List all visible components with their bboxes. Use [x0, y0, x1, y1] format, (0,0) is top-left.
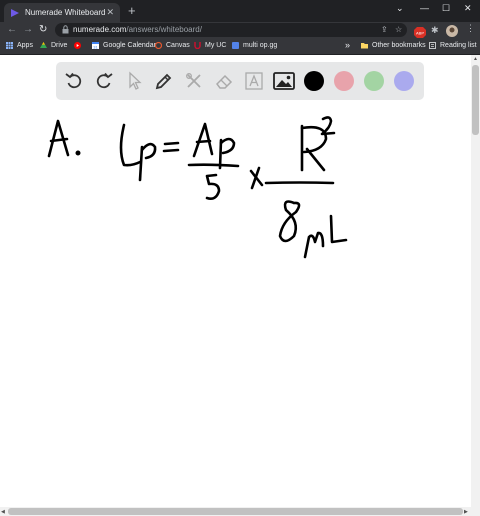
extensions-puzzle-icon[interactable]: ✱	[431, 25, 439, 36]
bookmark-label: Google Calendar	[103, 42, 156, 49]
canvas-icon	[155, 42, 162, 49]
other-bookmarks-label: Other bookmarks	[372, 42, 426, 49]
tab-title: Numerade Whiteboard	[25, 8, 106, 17]
tab-close-icon[interactable]: ✕	[106, 7, 114, 18]
vertical-scrollbar[interactable]: ▲	[471, 55, 480, 516]
close-window-button[interactable]: ✕	[464, 3, 472, 14]
bookmarks-overflow-button[interactable]: »	[345, 40, 350, 50]
horizontal-scrollbar[interactable]: ◀ ▶	[0, 507, 471, 516]
adblock-badge-text: ABP	[416, 31, 424, 36]
bookmark-label: Apps	[17, 42, 33, 49]
url-path: /answers/whiteboard/	[126, 25, 202, 34]
reading-list-icon	[429, 42, 436, 49]
tab-strip: Numerade Whiteboard ✕ + ⌄ — ☐ ✕	[0, 0, 480, 22]
reading-list-label: Reading list	[440, 42, 477, 49]
bookmark-google-calendar[interactable]: 31 Google Calendar	[92, 42, 156, 49]
calendar-icon: 31	[92, 42, 99, 49]
handwritten-formula-drawing	[47, 116, 348, 259]
chevron-down-icon[interactable]: ⌄	[396, 3, 404, 14]
numerade-logo-icon	[11, 8, 19, 17]
address-bar[interactable]: numerade.com/answers/whiteboard/ ⇪ ☆	[55, 23, 407, 37]
opgg-icon	[232, 42, 239, 49]
uc-logo-icon	[194, 42, 201, 49]
bookmark-youtube[interactable]	[74, 42, 85, 49]
url-text: numerade.com/answers/whiteboard/	[73, 25, 202, 34]
bookmark-apps[interactable]: Apps	[6, 42, 33, 49]
youtube-icon	[74, 42, 81, 49]
url-host: numerade.com	[73, 25, 127, 34]
bookmark-star-icon[interactable]: ☆	[395, 25, 402, 34]
bookmark-drive[interactable]: Drive	[40, 42, 67, 49]
drive-icon	[40, 42, 47, 48]
scroll-right-icon[interactable]: ▶	[464, 509, 468, 515]
reload-button[interactable]: ↻	[39, 24, 47, 36]
apps-grid-icon	[6, 42, 13, 49]
tab-numerade-whiteboard[interactable]: Numerade Whiteboard ✕	[4, 3, 120, 22]
bookmarks-bar: Apps Drive 31 Google Calendar Canvas My U…	[0, 39, 480, 55]
bookmark-label: Canvas	[166, 42, 190, 49]
scroll-left-icon[interactable]: ◀	[1, 509, 5, 515]
lock-icon	[62, 25, 69, 34]
bookmark-label: Drive	[51, 42, 68, 49]
bookmark-canvas[interactable]: Canvas	[155, 42, 190, 49]
new-tab-button[interactable]: +	[128, 4, 136, 18]
bookmark-label: multi op.gg	[243, 42, 278, 49]
folder-icon	[361, 43, 368, 49]
menu-dots-icon[interactable]: ⋮	[466, 23, 475, 34]
minimize-button[interactable]: —	[420, 3, 429, 13]
horizontal-scroll-thumb[interactable]	[8, 508, 463, 515]
browser-toolbar: ← → ↻ numerade.com/answers/whiteboard/ ⇪…	[0, 22, 480, 39]
svg-text:31: 31	[93, 45, 98, 50]
vertical-scroll-thumb[interactable]	[472, 65, 479, 135]
bookmark-label: My UC	[205, 42, 227, 49]
bookmark-multi-opgg[interactable]: multi op.gg	[232, 42, 277, 49]
whiteboard-canvas[interactable]	[0, 55, 471, 507]
forward-button[interactable]: →	[23, 24, 33, 36]
other-bookmarks[interactable]: Other bookmarks	[361, 42, 426, 49]
bookmark-my-uc[interactable]: My UC	[194, 42, 226, 49]
back-button[interactable]: ←	[7, 24, 17, 36]
scroll-up-icon[interactable]: ▲	[473, 56, 478, 62]
maximize-button[interactable]: ☐	[442, 3, 450, 14]
reading-list[interactable]: Reading list	[429, 42, 477, 49]
share-icon[interactable]: ⇪	[381, 25, 388, 34]
